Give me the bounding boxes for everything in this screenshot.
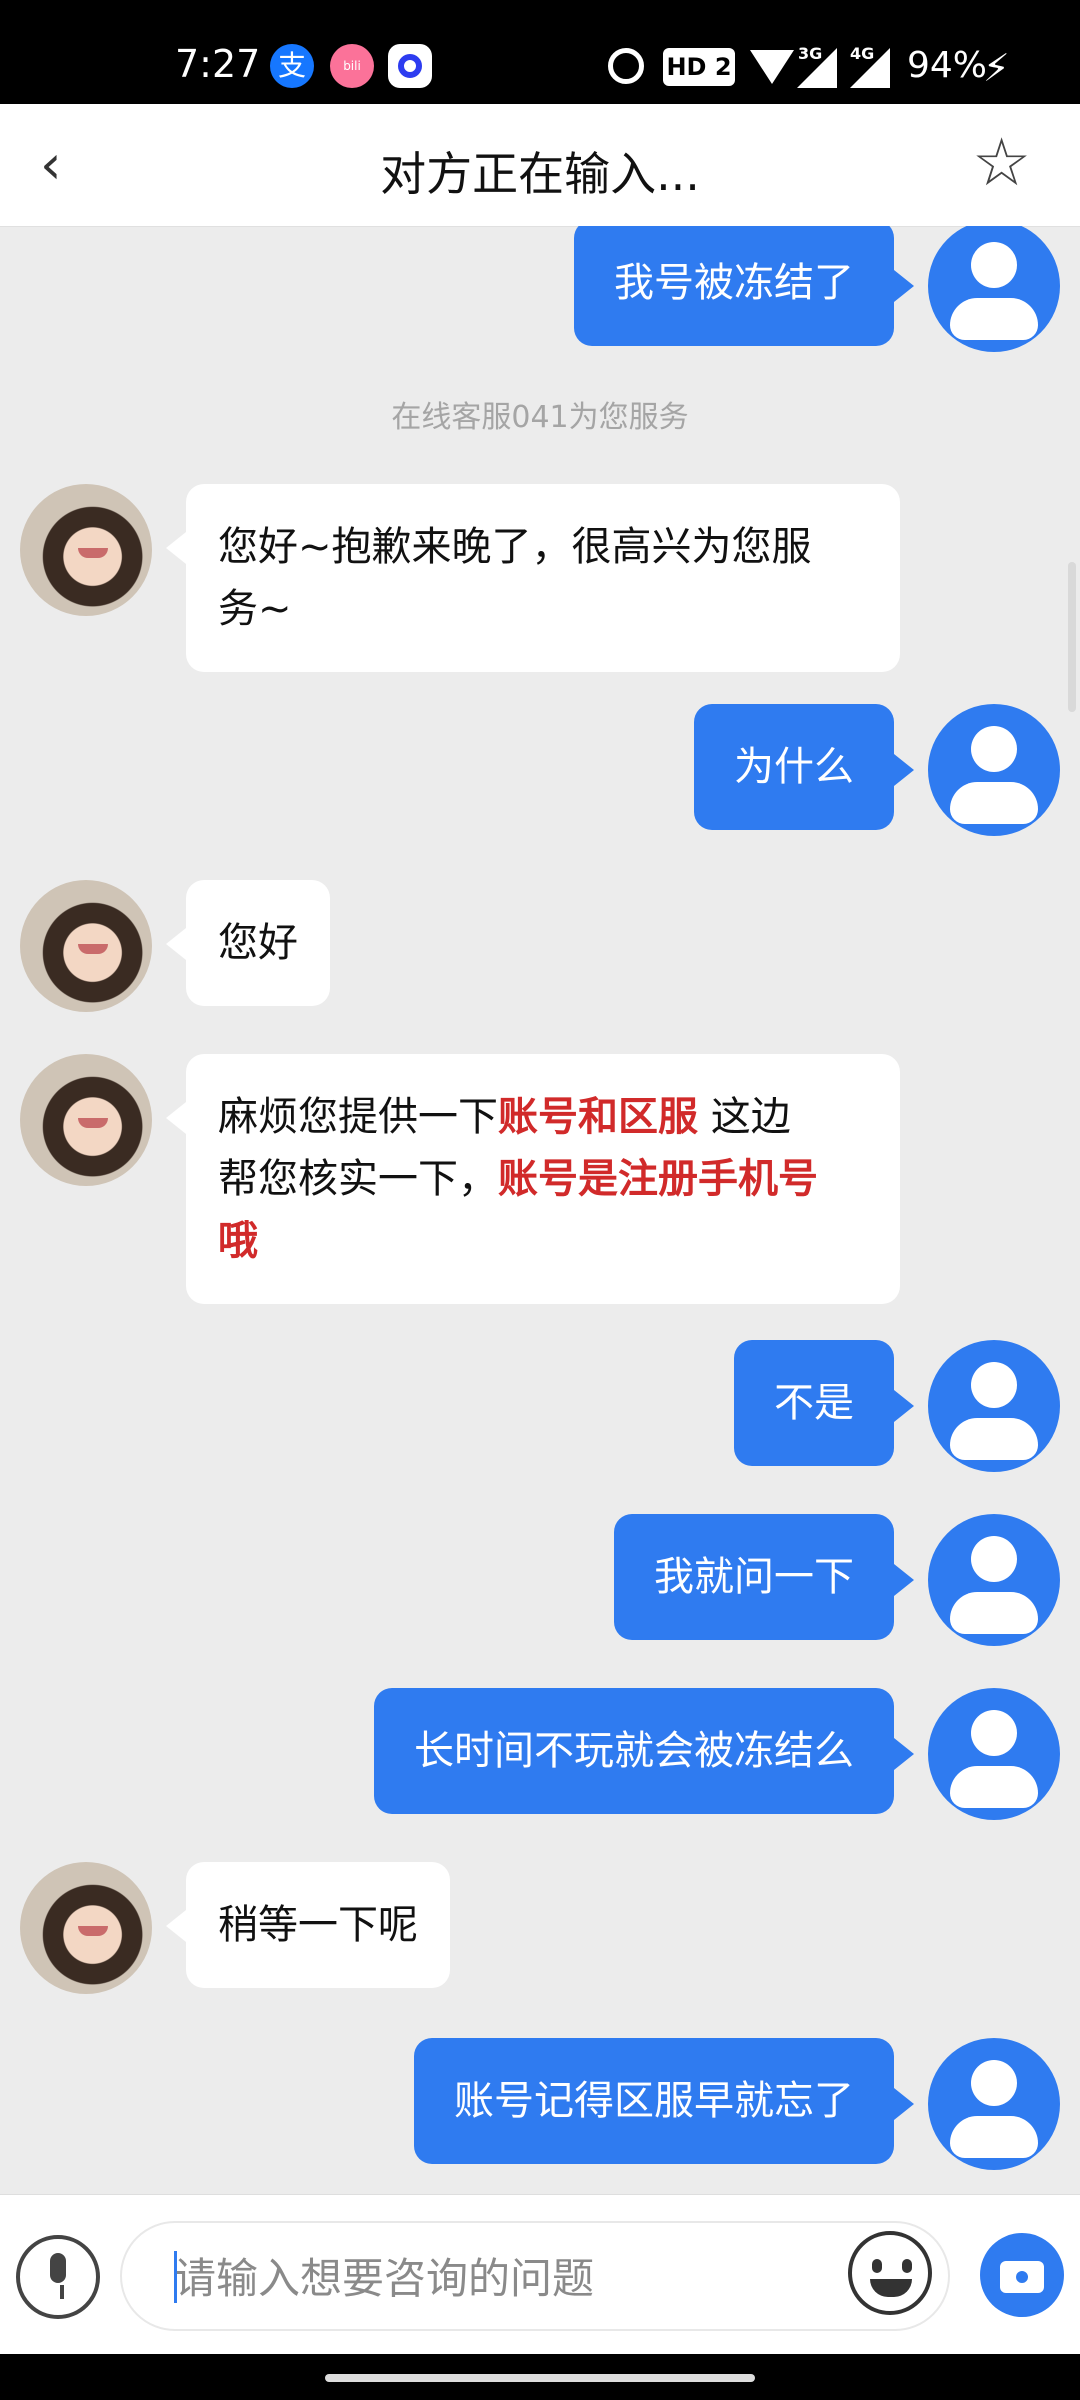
text-cursor xyxy=(174,2251,177,2303)
message-line: 稍等一下呢 xyxy=(218,1902,418,1948)
agent-avatar[interactable] xyxy=(20,1054,152,1186)
message-line: 您好~抱歉来晚了，很高兴为您服 xyxy=(218,524,812,570)
emoji-icon[interactable] xyxy=(848,2231,932,2315)
message-row: 您好 xyxy=(0,880,1080,1020)
status-time: 7:27 xyxy=(175,42,261,86)
message-row: 我就问一下 xyxy=(0,1514,1080,1654)
network-4g-label: 4G xyxy=(850,44,875,63)
agent-avatar[interactable] xyxy=(20,880,152,1012)
agent-avatar[interactable] xyxy=(20,484,152,616)
message-text: 帮您核实一下， xyxy=(218,1156,498,1202)
message-row: 您好~抱歉来晚了，很高兴为您服 务~ xyxy=(0,484,1080,674)
message-bubble-outgoing[interactable]: 不是 xyxy=(734,1340,914,1466)
message-bubble-incoming[interactable]: 您好 xyxy=(166,880,330,1006)
bilibili-icon: bili xyxy=(330,44,374,88)
alarm-icon xyxy=(608,48,644,84)
message-row: 麻烦您提供一下账号和区服 这边 帮您核实一下，账号是注册手机号 哦 xyxy=(0,1054,1080,1304)
highlighted-text: 哦 xyxy=(218,1218,258,1264)
input-bar xyxy=(0,2194,1080,2355)
battery-level: 94% xyxy=(907,45,988,86)
message-bubble-incoming[interactable]: 您好~抱歉来晚了，很高兴为您服 务~ xyxy=(166,484,900,672)
app-icon xyxy=(388,44,432,88)
message-row: 不是 xyxy=(0,1340,1080,1480)
page-title: 对方正在输入... xyxy=(380,147,700,201)
hd-badge: HD 2 xyxy=(663,48,735,86)
message-row: 稍等一下呢 xyxy=(0,1862,1080,2002)
network-3g-label: 3G xyxy=(798,44,823,63)
message-bubble-outgoing[interactable]: 我号被冻结了 xyxy=(574,226,914,346)
highlighted-text: 账号和区服 xyxy=(498,1094,698,1140)
chat-header: ‹ 对方正在输入... ☆ xyxy=(0,104,1080,227)
user-avatar[interactable] xyxy=(928,1340,1060,1472)
status-bar: 7:27 支 bili HD 2 3G 4G 94% ⚡ xyxy=(0,0,1080,104)
camera-icon[interactable] xyxy=(980,2233,1064,2317)
message-row: 长时间不玩就会被冻结么 xyxy=(0,1688,1080,1828)
message-row: 为什么 xyxy=(0,704,1080,844)
message-row: 账号记得区服早就忘了 xyxy=(0,2038,1080,2178)
message-row: 我号被冻结了 xyxy=(0,226,1080,360)
star-icon[interactable]: ☆ xyxy=(972,130,1031,196)
microphone-icon[interactable] xyxy=(16,2235,100,2319)
message-bubble-outgoing[interactable]: 为什么 xyxy=(694,704,914,830)
user-avatar[interactable] xyxy=(928,1514,1060,1646)
wifi-icon xyxy=(750,50,794,84)
message-bubble-outgoing[interactable]: 账号记得区服早就忘了 xyxy=(414,2038,914,2164)
user-avatar[interactable] xyxy=(928,704,1060,836)
user-avatar[interactable] xyxy=(928,2038,1060,2170)
system-note: 在线客服041为您服务 xyxy=(391,400,689,435)
message-bubble-outgoing[interactable]: 我就问一下 xyxy=(614,1514,914,1640)
message-input[interactable] xyxy=(172,2247,776,2309)
home-gesture-handle[interactable] xyxy=(325,2374,755,2382)
message-bubble-incoming[interactable]: 麻烦您提供一下账号和区服 这边 帮您核实一下，账号是注册手机号 哦 xyxy=(166,1054,900,1304)
message-line: 您好 xyxy=(218,920,298,966)
message-bubble-outgoing[interactable]: 长时间不玩就会被冻结么 xyxy=(374,1688,914,1814)
message-bubble-incoming[interactable]: 稍等一下呢 xyxy=(166,1862,450,1988)
charging-icon: ⚡ xyxy=(983,46,1010,90)
chat-area[interactable]: 我号被冻结了 在线客服041为您服务 您好~抱歉来晚了，很高兴为您服 务~ 为什… xyxy=(0,226,1080,2194)
user-avatar[interactable] xyxy=(928,226,1060,352)
highlighted-text: 账号是注册手机号 xyxy=(498,1156,818,1202)
user-avatar[interactable] xyxy=(928,1688,1060,1820)
system-nav-bar xyxy=(0,2354,1080,2400)
agent-avatar[interactable] xyxy=(20,1862,152,1994)
message-text: 这边 xyxy=(698,1094,791,1140)
alipay-icon: 支 xyxy=(270,44,314,88)
message-input-wrapper[interactable] xyxy=(120,2221,950,2331)
message-text: 麻烦您提供一下 xyxy=(218,1094,498,1140)
message-line: 务~ xyxy=(218,586,292,632)
